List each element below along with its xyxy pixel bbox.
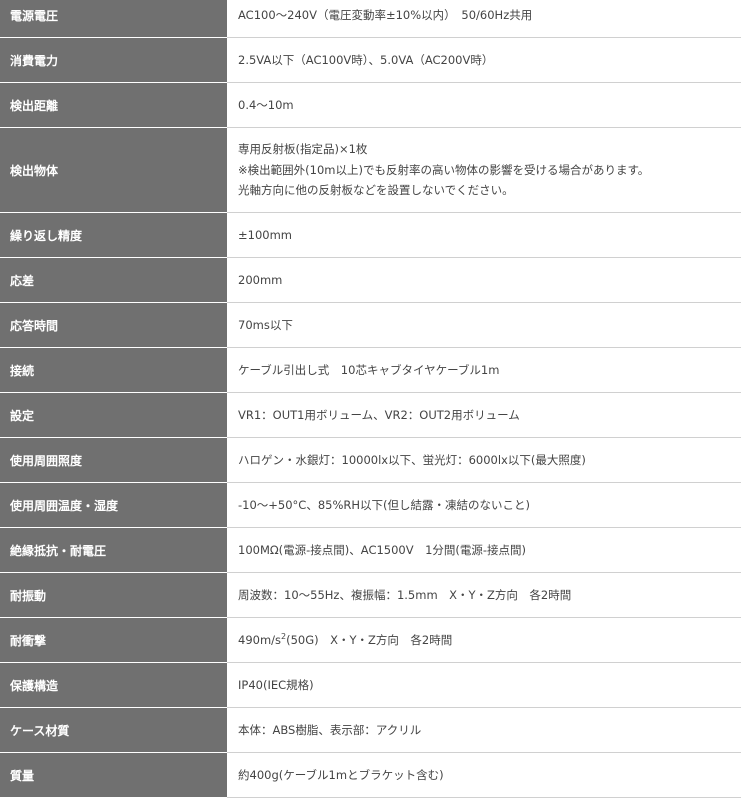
spec-table: 電源電圧 AC100〜240V（電圧変動率±10%以内） 50/60Hz共用 消… bbox=[0, 0, 741, 798]
spec-row: 応答時間 70ms以下 bbox=[0, 303, 741, 348]
spec-row: 耐衝撃 490m/s2(50G) X・Y・Z方向 各2時間 bbox=[0, 618, 741, 663]
spec-row: 使用周囲温度・湿度 -10〜+50°C、85%RH以下(但し結露・凍結のないこと… bbox=[0, 483, 741, 528]
spec-value: ハロゲン・水銀灯：10000lx以下、蛍光灯：6000lx以下(最大照度) bbox=[227, 438, 741, 483]
shock-detail: (50G) X・Y・Z方向 各2時間 bbox=[286, 632, 453, 647]
spec-row: 検出距離 0.4〜10m bbox=[0, 83, 741, 128]
spec-value: AC100〜240V（電圧変動率±10%以内） 50/60Hz共用 bbox=[227, 0, 741, 38]
spec-value-line: 200mm bbox=[238, 272, 283, 287]
spec-value-line: VR1：OUT1用ボリューム、VR2：OUT2用ボリューム bbox=[238, 407, 520, 422]
spec-value-line: AC100〜240V（電圧変動率±10%以内） 50/60Hz共用 bbox=[238, 7, 533, 22]
spec-row: 使用周囲照度 ハロゲン・水銀灯：10000lx以下、蛍光灯：6000lx以下(最… bbox=[0, 438, 741, 483]
spec-row: 応差 200mm bbox=[0, 258, 741, 303]
spec-value-line: 周波数：10〜55Hz、複振幅：1.5mm X・Y・Z方向 各2時間 bbox=[238, 587, 572, 602]
spec-value-line: ハロゲン・水銀灯：10000lx以下、蛍光灯：6000lx以下(最大照度) bbox=[238, 452, 586, 467]
spec-value-line: ※検出範囲外(10m以上)でも反射率の高い物体の影響を受ける場合があります。 bbox=[238, 162, 650, 177]
spec-value: ±100mm bbox=[227, 213, 741, 258]
spec-value: 200mm bbox=[227, 258, 741, 303]
spec-row: ケース材質 本体：ABS樹脂、表示部：アクリル bbox=[0, 708, 741, 753]
spec-value-line: IP40(IEC規格) bbox=[238, 677, 314, 692]
spec-row: 耐振動 周波数：10〜55Hz、複振幅：1.5mm X・Y・Z方向 各2時間 bbox=[0, 573, 741, 618]
spec-value: -10〜+50°C、85%RH以下(但し結露・凍結のないこと) bbox=[227, 483, 741, 528]
spec-label: 使用周囲温度・湿度 bbox=[0, 483, 227, 528]
spec-value-line: 100MΩ(電源-接点間)、AC1500V 1分間(電源-接点間) bbox=[238, 542, 527, 557]
spec-label: 設定 bbox=[0, 393, 227, 438]
spec-row: 検出物体 専用反射板(指定品)×1枚 ※検出範囲外(10m以上)でも反射率の高い… bbox=[0, 128, 741, 213]
spec-label: 質量 bbox=[0, 753, 227, 798]
spec-value-line: 2.5VA以下（AC100V時）、5.0VA（AC200V時） bbox=[238, 52, 494, 67]
spec-value: 490m/s2(50G) X・Y・Z方向 各2時間 bbox=[227, 618, 741, 663]
spec-row: 消費電力 2.5VA以下（AC100V時）、5.0VA（AC200V時） bbox=[0, 38, 741, 83]
spec-value: 本体：ABS樹脂、表示部：アクリル bbox=[227, 708, 741, 753]
spec-label: 検出物体 bbox=[0, 128, 227, 213]
shock-value: 490m/s bbox=[238, 632, 282, 647]
spec-value: 約400g(ケーブル1mとブラケット含む) bbox=[227, 753, 741, 798]
spec-value: 0.4〜10m bbox=[227, 83, 741, 128]
spec-value-line: 490m/s2(50G) X・Y・Z方向 各2時間 bbox=[238, 630, 741, 651]
spec-value-line: ケーブル引出し式 10芯キャブタイヤケーブル1m bbox=[238, 362, 500, 377]
spec-value: 専用反射板(指定品)×1枚 ※検出範囲外(10m以上)でも反射率の高い物体の影響… bbox=[227, 128, 741, 213]
spec-row: 保護構造 IP40(IEC規格) bbox=[0, 663, 741, 708]
spec-value-line: 本体：ABS樹脂、表示部：アクリル bbox=[238, 722, 422, 737]
spec-label: 耐振動 bbox=[0, 573, 227, 618]
spec-value: VR1：OUT1用ボリューム、VR2：OUT2用ボリューム bbox=[227, 393, 741, 438]
spec-label: 応答時間 bbox=[0, 303, 227, 348]
spec-label: 消費電力 bbox=[0, 38, 227, 83]
spec-label: 接続 bbox=[0, 348, 227, 393]
spec-label: 繰り返し精度 bbox=[0, 213, 227, 258]
spec-label: 応差 bbox=[0, 258, 227, 303]
spec-value-line: ±100mm bbox=[238, 227, 292, 242]
spec-label: ケース材質 bbox=[0, 708, 227, 753]
spec-label: 絶縁抵抗・耐電圧 bbox=[0, 528, 227, 573]
spec-value-line: 0.4〜10m bbox=[238, 97, 294, 112]
spec-value: 100MΩ(電源-接点間)、AC1500V 1分間(電源-接点間) bbox=[227, 528, 741, 573]
spec-value-line: -10〜+50°C、85%RH以下(但し結露・凍結のないこと) bbox=[238, 497, 531, 512]
spec-value: ケーブル引出し式 10芯キャブタイヤケーブル1m bbox=[227, 348, 741, 393]
spec-label: 検出距離 bbox=[0, 83, 227, 128]
spec-label: 電源電圧 bbox=[0, 0, 227, 38]
spec-row: 絶縁抵抗・耐電圧 100MΩ(電源-接点間)、AC1500V 1分間(電源-接点… bbox=[0, 528, 741, 573]
spec-row: 設定 VR1：OUT1用ボリューム、VR2：OUT2用ボリューム bbox=[0, 393, 741, 438]
spec-value-line: 70ms以下 bbox=[238, 317, 293, 332]
spec-row: 電源電圧 AC100〜240V（電圧変動率±10%以内） 50/60Hz共用 bbox=[0, 0, 741, 38]
spec-value: 2.5VA以下（AC100V時）、5.0VA（AC200V時） bbox=[227, 38, 741, 83]
spec-label: 耐衝撃 bbox=[0, 618, 227, 663]
spec-value-line: 光軸方向に他の反射板などを設置しないでください。 bbox=[238, 183, 514, 198]
spec-row: 質量 約400g(ケーブル1mとブラケット含む) bbox=[0, 753, 741, 798]
spec-value-line: 約400g(ケーブル1mとブラケット含む) bbox=[238, 767, 444, 782]
spec-value: 70ms以下 bbox=[227, 303, 741, 348]
spec-value: 周波数：10〜55Hz、複振幅：1.5mm X・Y・Z方向 各2時間 bbox=[227, 573, 741, 618]
spec-row: 接続 ケーブル引出し式 10芯キャブタイヤケーブル1m bbox=[0, 348, 741, 393]
spec-label: 使用周囲照度 bbox=[0, 438, 227, 483]
spec-label: 保護構造 bbox=[0, 663, 227, 708]
spec-value-line: 専用反射板(指定品)×1枚 bbox=[238, 142, 368, 157]
spec-value: IP40(IEC規格) bbox=[227, 663, 741, 708]
spec-row: 繰り返し精度 ±100mm bbox=[0, 213, 741, 258]
